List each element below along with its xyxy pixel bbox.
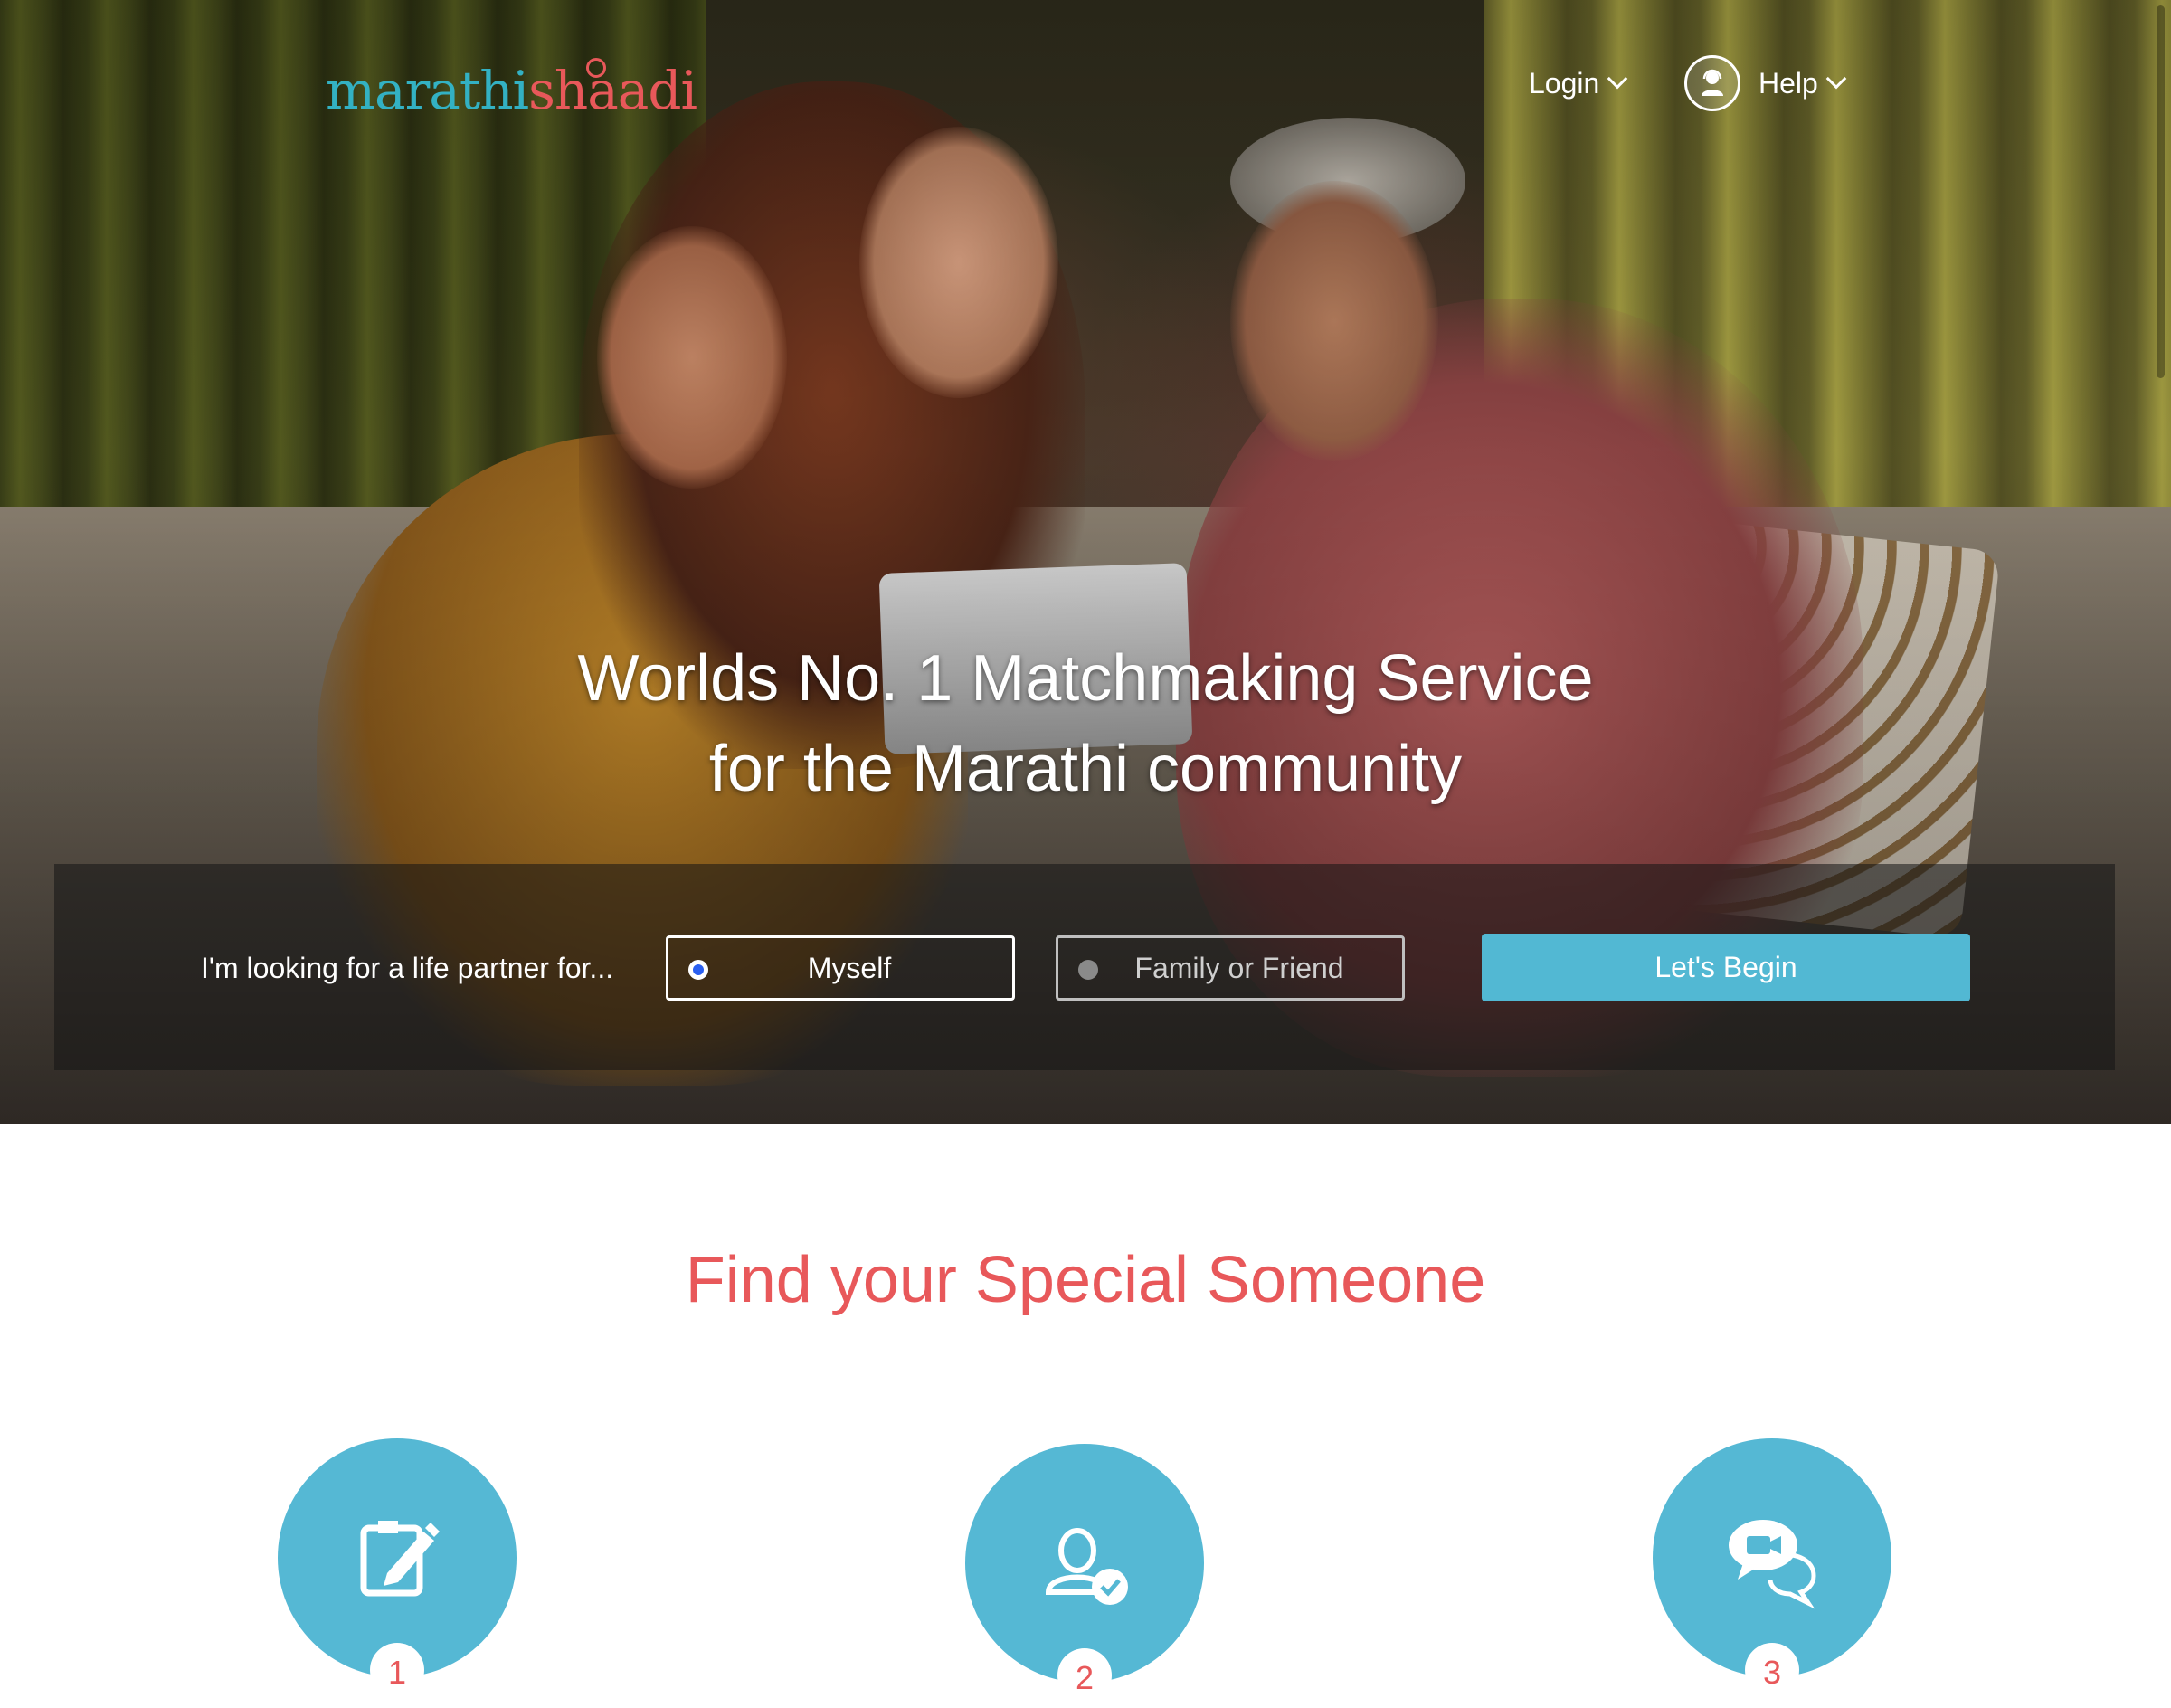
help-menu[interactable]: Help	[1684, 55, 1847, 111]
step-number: 1	[370, 1643, 424, 1697]
section-title: Find your Special Someone	[685, 1244, 1486, 1316]
support-avatar-icon	[1684, 55, 1740, 111]
logo-text-part2: shaadi	[528, 60, 697, 121]
option-family-label: Family or Friend	[1134, 951, 1344, 984]
step-1-circle: 1	[278, 1438, 517, 1697]
radio-selected-icon[interactable]	[688, 960, 708, 980]
option-myself-label: Myself	[807, 951, 892, 984]
edit-profile-icon	[360, 1521, 440, 1597]
hero-title-line2: for the Marathi community	[708, 733, 1463, 805]
step-2-circle: 2	[965, 1444, 1204, 1703]
hero-title: Worlds No. 1 Matchmaking Service for the…	[0, 633, 2171, 814]
logo-text-part1: marathi	[326, 60, 529, 121]
logo-heart-icon	[586, 58, 606, 78]
chevron-down-icon	[1825, 68, 1847, 90]
chat-video-icon	[1729, 1520, 1816, 1609]
login-menu[interactable]: Login	[1529, 60, 1628, 107]
scrollbar[interactable]	[2157, 5, 2165, 378]
chevron-down-icon	[1607, 68, 1628, 90]
help-label: Help	[1759, 66, 1818, 100]
radio-unselected-icon[interactable]	[1078, 960, 1098, 980]
user-verified-icon	[1045, 1528, 1128, 1605]
hero-title-line1: Worlds No. 1 Matchmaking Service	[577, 642, 1594, 715]
option-myself[interactable]: Myself	[666, 935, 1015, 1001]
step-number: 3	[1745, 1643, 1799, 1697]
search-label: I'm looking for a life partner for...	[201, 952, 614, 984]
step-number: 2	[1057, 1648, 1112, 1703]
step-3-circle: 3	[1653, 1438, 1891, 1697]
login-label: Login	[1529, 66, 1600, 100]
option-family-friend[interactable]: Family or Friend	[1056, 935, 1405, 1001]
site-logo[interactable]: marathishaadi	[326, 54, 697, 127]
lets-begin-button[interactable]: Let's Begin	[1482, 934, 1970, 1001]
